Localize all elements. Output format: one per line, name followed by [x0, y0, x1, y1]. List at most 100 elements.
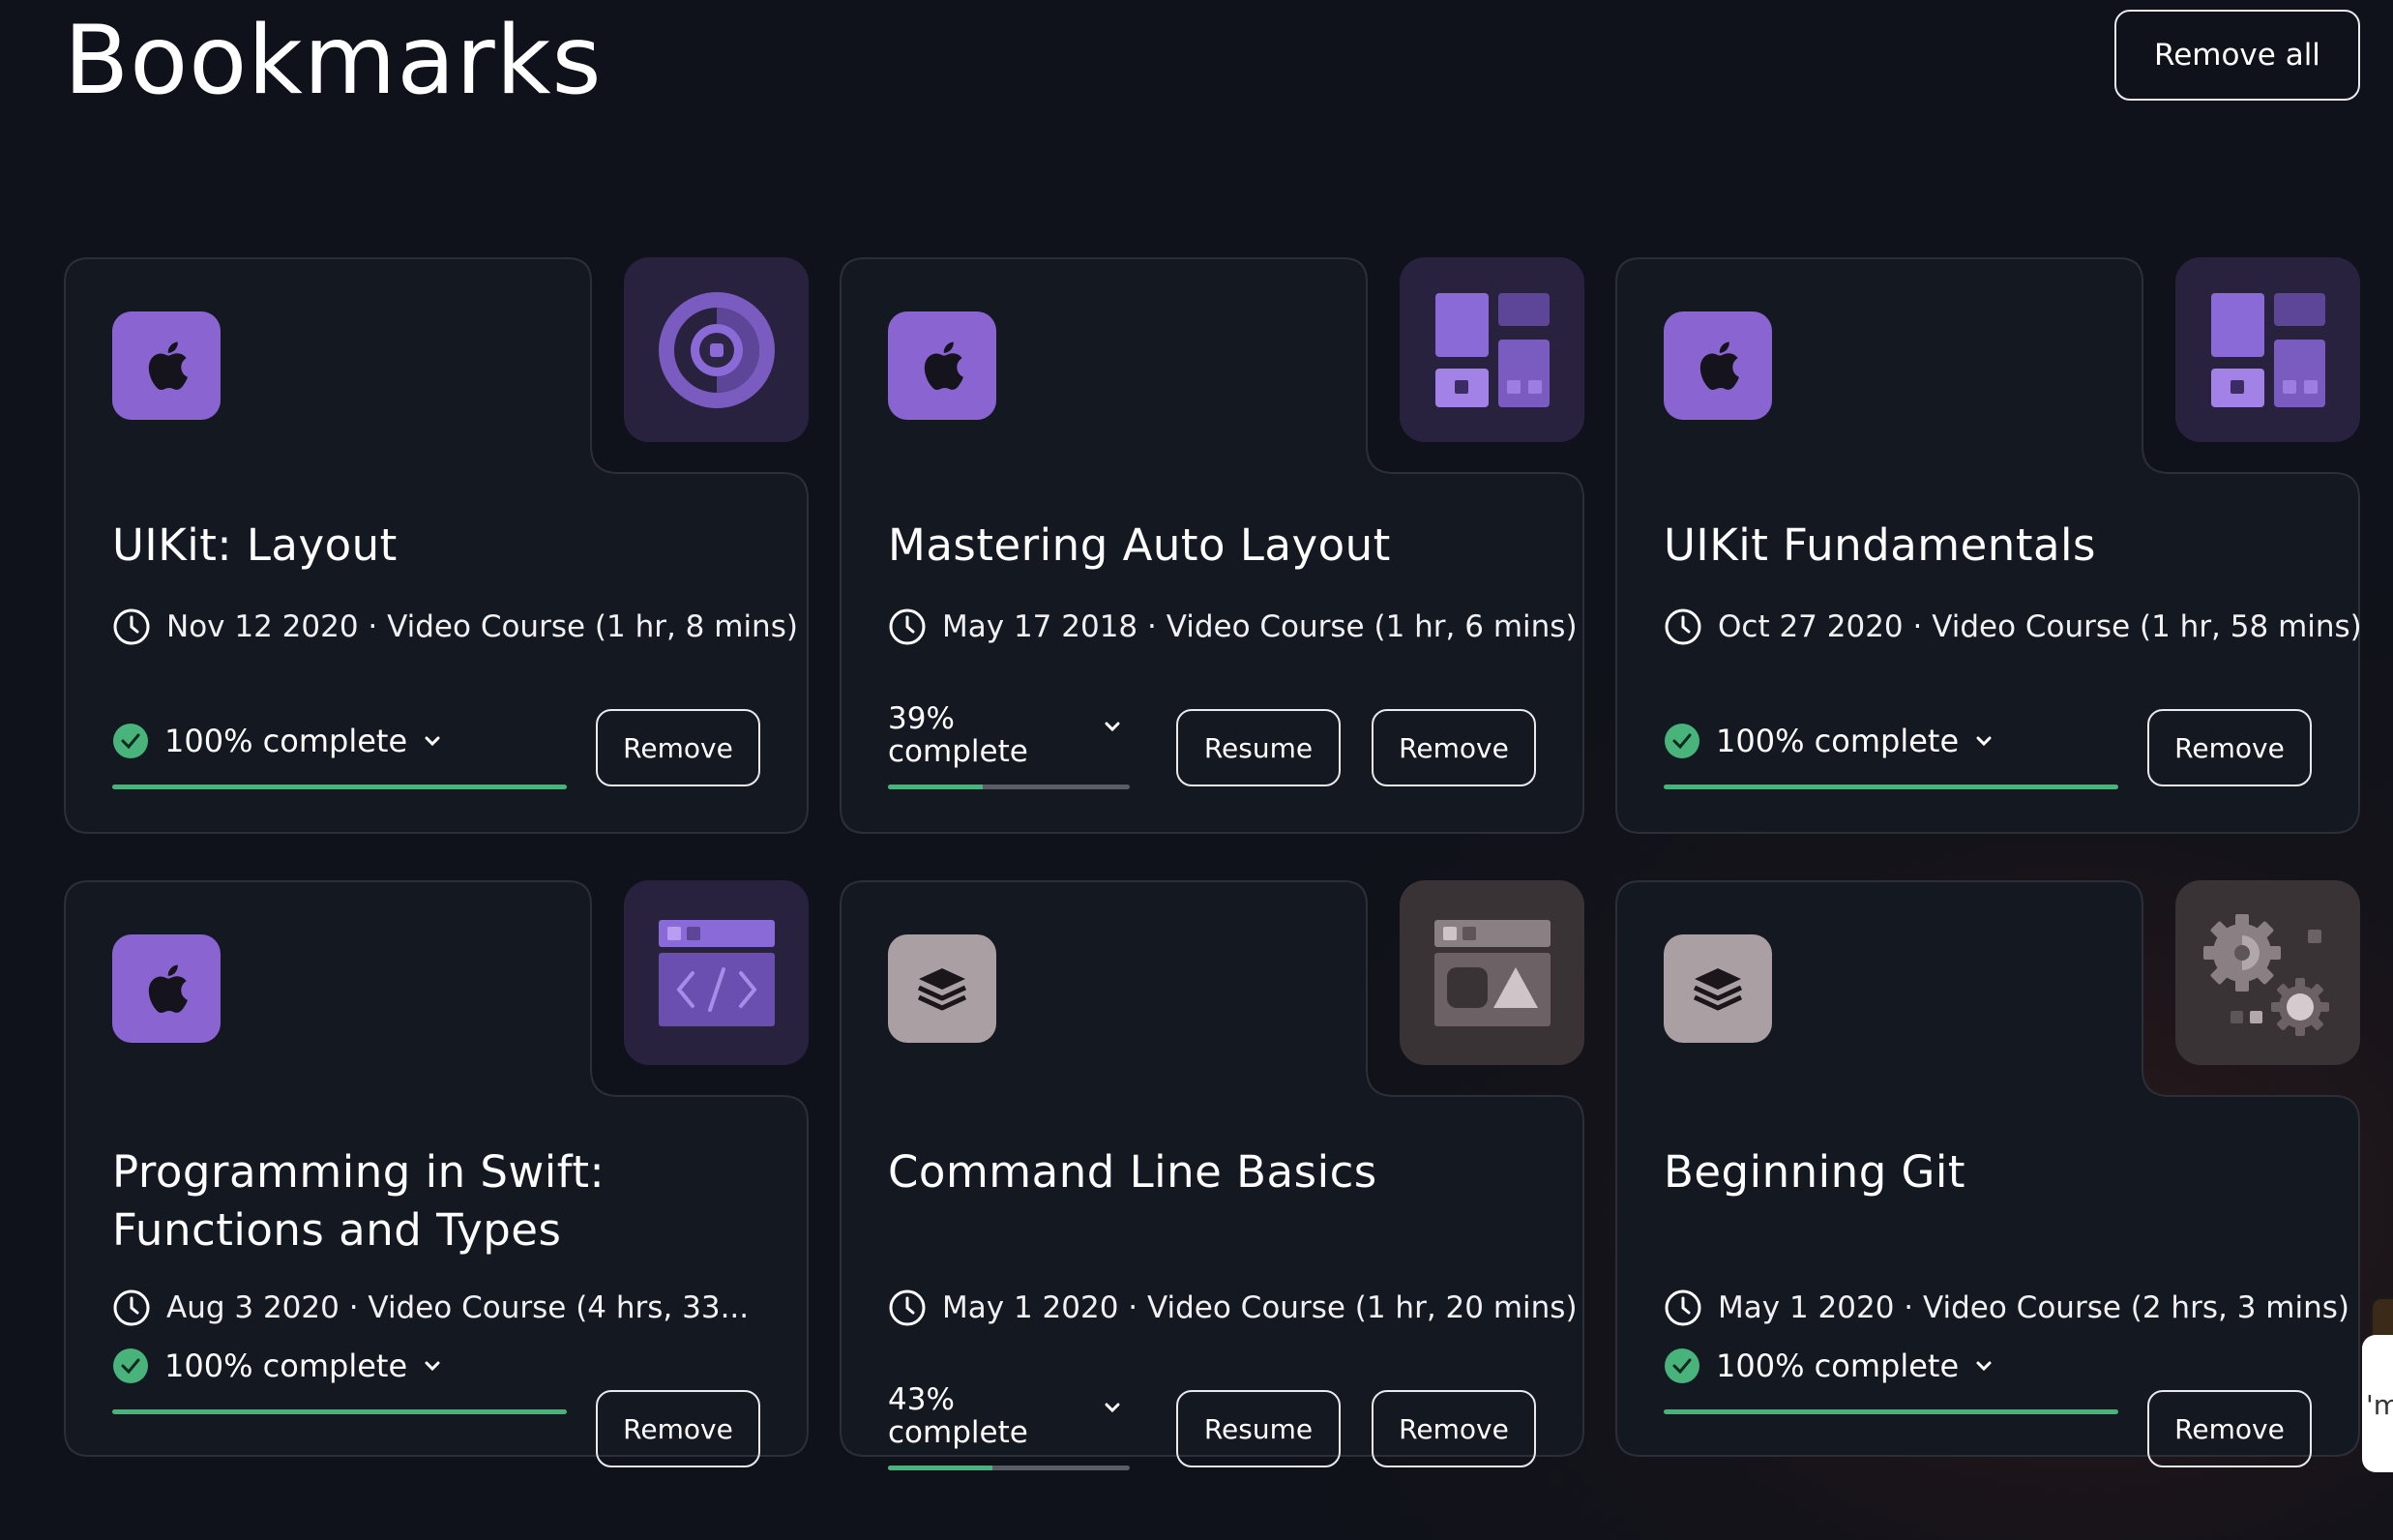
remove-button[interactable]: Remove [2147, 1390, 2312, 1467]
course-meta-text: Aug 3 2020 · Video Course (4 hrs, 33... [166, 1290, 750, 1325]
progress-dropdown[interactable]: 100% complete [1664, 1337, 2118, 1414]
progress-text: 100% complete [164, 723, 408, 759]
check-circle-icon [1665, 1348, 1699, 1383]
progress-bar [1664, 785, 2118, 789]
progress-bar-fill [888, 785, 983, 789]
check-circle-icon [1665, 724, 1699, 758]
course-card[interactable]: Mastering Auto Layout May 17 2018 · Vide… [840, 257, 1584, 834]
progress-bar-fill [1664, 785, 2118, 789]
check-circle-icon [113, 1348, 148, 1383]
course-meta-text: May 1 2020 · Video Course (2 hrs, 3 mins… [1718, 1290, 2349, 1325]
circle-target-icon [658, 291, 775, 408]
progress-text: 100% complete [1716, 1348, 1960, 1384]
course-card[interactable]: Command Line Basics May 1 2020 · Video C… [840, 880, 1584, 1470]
platform-badge [112, 311, 221, 420]
course-card[interactable]: Programming in Swift: Functions and Type… [64, 880, 809, 1467]
platform-badge [1664, 934, 1772, 1043]
course-meta-text: Oct 27 2020 · Video Course (1 hr, 58 min… [1718, 609, 2362, 644]
course-meta: Oct 27 2020 · Video Course (1 hr, 58 min… [1664, 607, 2362, 646]
remove-all-button[interactable]: Remove all [2114, 10, 2360, 101]
apple-icon [148, 341, 188, 391]
progress-dropdown[interactable]: 100% complete [112, 1337, 567, 1414]
clock-icon [1665, 608, 1701, 645]
check-circle-icon [113, 724, 148, 758]
progress-bar [1664, 1409, 2118, 1414]
course-thumbnail[interactable] [1400, 257, 1584, 442]
floating-chat-chip[interactable]: 'm [2362, 1335, 2393, 1472]
progress-dropdown[interactable]: 39% complete [888, 702, 1130, 789]
progress-dropdown[interactable]: 100% complete [112, 712, 567, 789]
progress-bar [888, 785, 1130, 789]
progress-text: 100% complete [164, 1348, 408, 1384]
gears-icon [2202, 913, 2329, 1036]
course-card[interactable]: UIKit: Layout Nov 12 2020 · Video Course… [64, 257, 809, 834]
remove-button[interactable]: Remove [596, 709, 760, 786]
course-title[interactable]: UIKit Fundamentals [1664, 517, 2321, 575]
progress-bar-fill [888, 1466, 992, 1470]
course-thumbnail[interactable] [1400, 880, 1584, 1065]
progress-percent: 43% [888, 1382, 955, 1417]
course-title[interactable]: Programming in Swift: Functions and Type… [112, 1143, 770, 1259]
course-thumbnail[interactable] [2175, 257, 2360, 442]
course-meta: May 1 2020 · Video Course (2 hrs, 3 mins… [1664, 1288, 2349, 1327]
clock-icon [113, 608, 150, 645]
apple-icon [148, 964, 188, 1014]
course-thumbnail[interactable] [624, 880, 809, 1065]
progress-text: 100% complete [1716, 723, 1960, 759]
course-meta: May 1 2020 · Video Course (1 hr, 20 mins… [888, 1288, 1578, 1327]
course-meta: Aug 3 2020 · Video Course (4 hrs, 33... [112, 1288, 749, 1327]
code-window-icon [658, 919, 775, 1026]
progress-bar [112, 785, 567, 789]
chevron-down-icon [425, 736, 440, 747]
course-title[interactable]: UIKit: Layout [112, 517, 770, 575]
floating-chat-chip-text: 'm [2366, 1389, 2393, 1421]
clock-icon [889, 608, 926, 645]
resume-button[interactable]: Resume [1176, 709, 1341, 786]
image-window-icon [1433, 919, 1551, 1026]
clock-icon [113, 1289, 150, 1326]
progress-bar [888, 1466, 1130, 1470]
layout-grid-icon [1434, 292, 1550, 407]
course-card[interactable]: UIKit Fundamentals Oct 27 2020 · Video C… [1615, 257, 2362, 834]
layers-icon [1693, 968, 1743, 1011]
platform-badge [1664, 311, 1772, 420]
course-card[interactable]: Beginning Git May 1 2020 · Video Course … [1615, 880, 2360, 1467]
course-meta: Nov 12 2020 · Video Course (1 hr, 8 mins… [112, 607, 798, 646]
chevron-down-icon [1105, 722, 1120, 732]
chevron-down-icon [1976, 1361, 1992, 1372]
course-meta-text: May 17 2018 · Video Course (1 hr, 6 mins… [942, 609, 1578, 644]
apple-icon [1699, 341, 1739, 391]
course-title[interactable]: Beginning Git [1664, 1143, 2321, 1201]
remove-button[interactable]: Remove [1372, 1390, 1536, 1467]
course-meta: May 17 2018 · Video Course (1 hr, 6 mins… [888, 607, 1578, 646]
progress-dropdown[interactable]: 100% complete [1664, 712, 2118, 789]
chevron-down-icon [425, 1361, 440, 1372]
platform-badge [888, 311, 996, 420]
course-title[interactable]: Mastering Auto Layout [888, 517, 1546, 575]
progress-dropdown[interactable]: 43% complete [888, 1383, 1130, 1470]
course-meta-text: May 1 2020 · Video Course (1 hr, 20 mins… [942, 1290, 1578, 1325]
apple-icon [924, 341, 963, 391]
resume-button[interactable]: Resume [1176, 1390, 1341, 1467]
course-title[interactable]: Command Line Basics [888, 1143, 1546, 1201]
platform-badge [888, 934, 996, 1043]
layers-icon [917, 968, 967, 1011]
chevron-down-icon [1105, 1403, 1120, 1413]
progress-bar-fill [1664, 1409, 2118, 1414]
course-title-line: Programming in Swift: [112, 1146, 606, 1198]
remove-button[interactable]: Remove [596, 1390, 760, 1467]
progress-word: complete [888, 1415, 1028, 1450]
course-thumbnail[interactable] [624, 257, 809, 442]
page-title: Bookmarks [64, 6, 603, 116]
clock-icon [889, 1289, 926, 1326]
progress-word: complete [888, 734, 1028, 769]
progress-bar-fill [112, 785, 567, 789]
remove-button[interactable]: Remove [2147, 709, 2312, 786]
progress-bar-fill [112, 1409, 567, 1414]
chevron-down-icon [1976, 736, 1992, 747]
platform-badge [112, 934, 221, 1043]
remove-button[interactable]: Remove [1372, 709, 1536, 786]
course-thumbnail[interactable] [2175, 880, 2360, 1065]
course-title-line: Functions and Types [112, 1204, 562, 1256]
progress-percent: 39% [888, 701, 955, 736]
